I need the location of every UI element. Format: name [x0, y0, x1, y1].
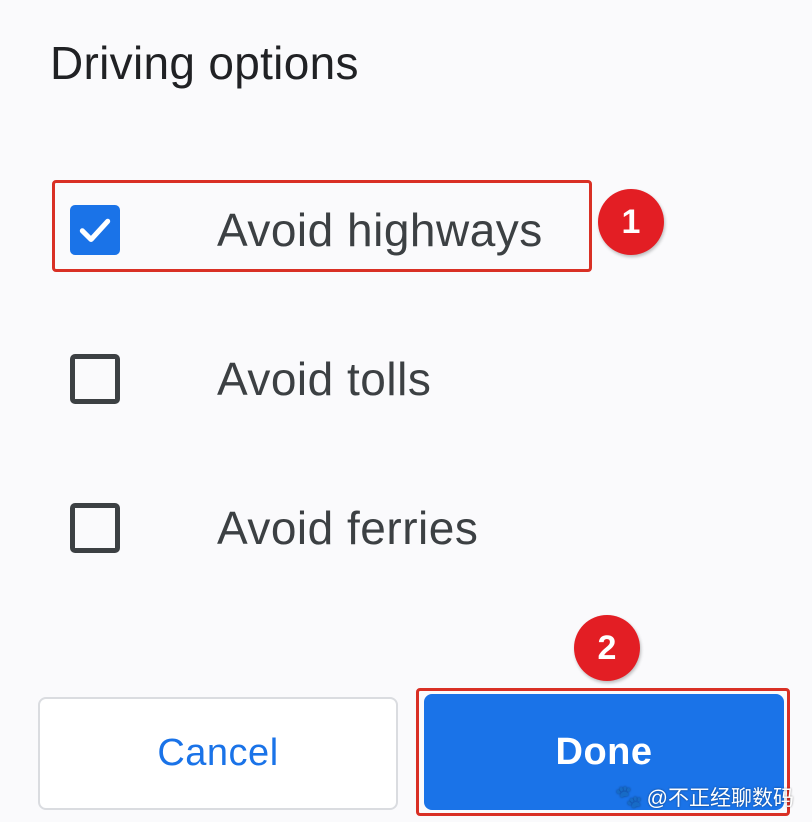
dialog-title: Driving options	[50, 37, 359, 89]
option-avoid-tolls[interactable]: Avoid tolls	[70, 349, 431, 409]
watermark-text: @不正经聊数码	[646, 787, 794, 810]
step-badge-1: 1	[598, 189, 664, 255]
avoid-ferries-label: Avoid ferries	[217, 502, 479, 554]
option-avoid-ferries[interactable]: Avoid ferries	[70, 498, 478, 558]
avoid-tolls-checkbox[interactable]	[70, 354, 120, 404]
cancel-button[interactable]: Cancel	[38, 697, 398, 810]
paw-icon: 🐾	[615, 784, 643, 809]
highlight-box-avoid-highways	[52, 180, 592, 272]
avoid-tolls-label: Avoid tolls	[217, 353, 432, 405]
step-badge-2: 2	[574, 615, 640, 681]
watermark: 🐾 @不正经聊数码	[615, 782, 794, 812]
avoid-ferries-checkbox[interactable]	[70, 503, 120, 553]
